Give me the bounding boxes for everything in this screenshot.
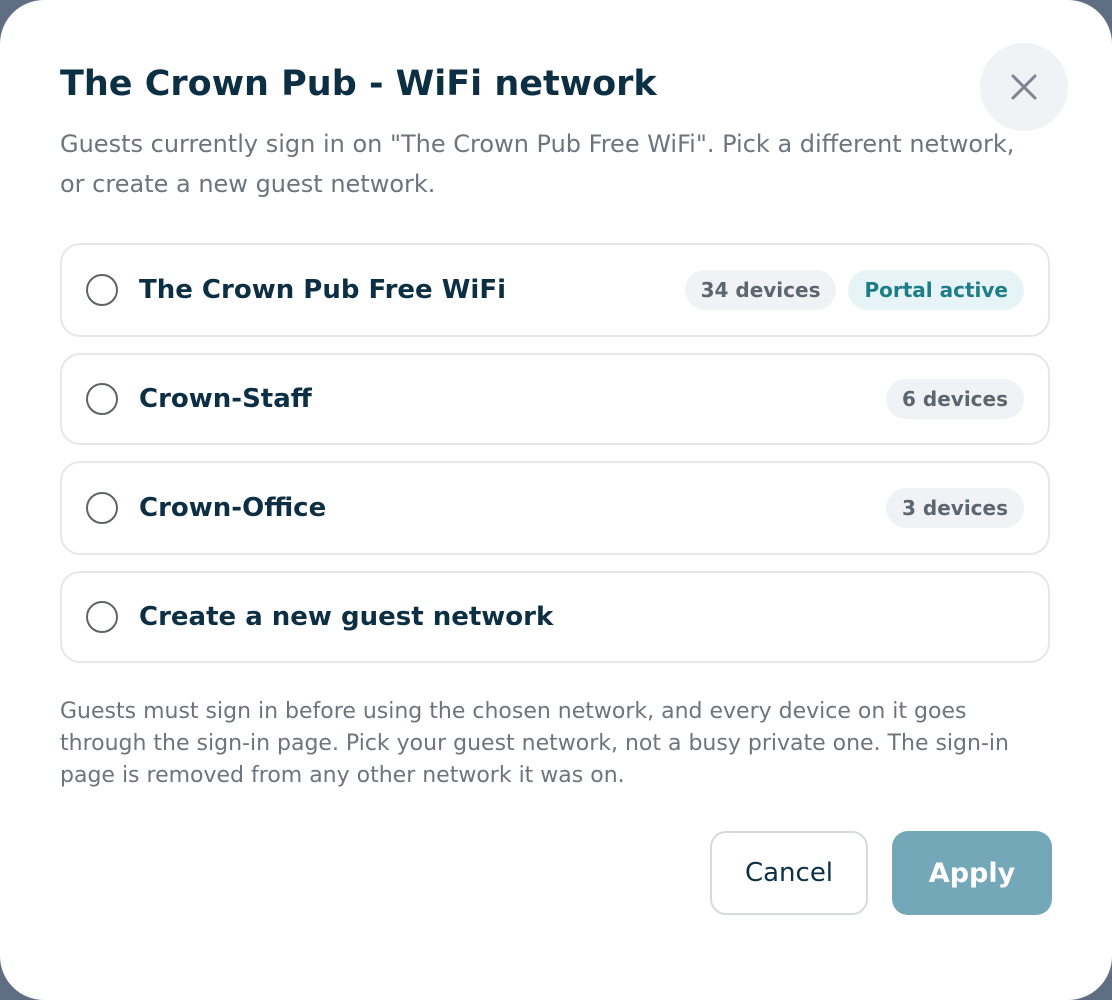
network-option-create-new-guest-network[interactable]: Create a new guest network [60,571,1050,663]
wifi-network-dialog: The Crown Pub - WiFi network Guests curr… [0,0,1112,1000]
badge-group: 3 devices [886,488,1024,528]
badge-group: 34 devices Portal active [684,270,1024,310]
network-name: Crown-Staff [139,384,312,414]
sign-in-note: Guests must sign in before using the cho… [60,699,1009,788]
device-count-badge: 34 devices [684,270,837,310]
apply-button[interactable]: Apply [892,831,1052,915]
close-icon [1011,74,1037,100]
network-name: Crown-Office [139,493,327,523]
close-button[interactable] [980,43,1068,131]
portal-status-badge: Portal active [848,270,1024,310]
dialog-subtitle: Guests currently sign in on "The Crown P… [60,130,1015,198]
radio-button[interactable] [86,274,118,306]
device-count-badge: 3 devices [886,488,1024,528]
radio-button[interactable] [86,383,118,415]
cancel-button[interactable]: Cancel [710,831,868,915]
device-count-badge: 6 devices [886,379,1024,419]
radio-button[interactable] [86,601,118,633]
dialog-title: The Crown Pub - WiFi network [60,64,657,104]
network-option-crown-office[interactable]: Crown-Office 3 devices [60,461,1050,555]
network-option-crown-staff[interactable]: Crown-Staff 6 devices [60,353,1050,445]
badge-group: 6 devices [886,379,1024,419]
network-name: The Crown Pub Free WiFi [139,275,507,305]
radio-button[interactable] [86,492,118,524]
network-name: Create a new guest network [139,602,554,632]
network-option-crown-pub-free-wifi[interactable]: The Crown Pub Free WiFi 34 devices Porta… [60,243,1050,337]
